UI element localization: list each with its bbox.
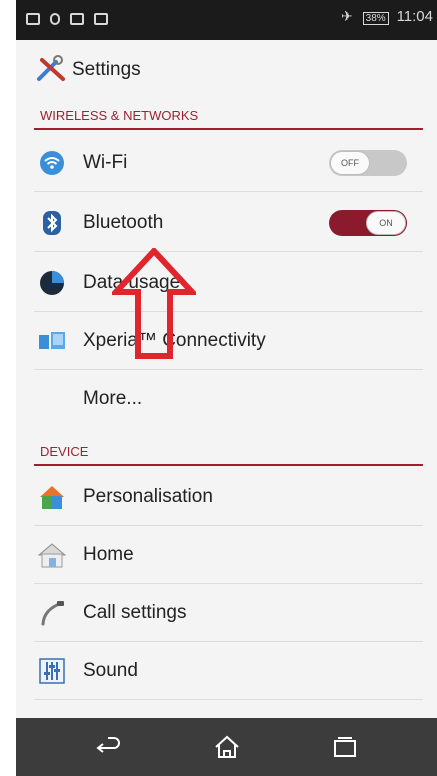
battery-level: 38% bbox=[362, 12, 389, 25]
bluetooth-icon bbox=[43, 211, 61, 235]
home-icon bbox=[38, 543, 66, 568]
usb-icon bbox=[49, 13, 60, 26]
settings-item-sound[interactable]: Sound bbox=[16, 642, 437, 700]
image-icon bbox=[69, 13, 84, 26]
section-header-device: DEVICE bbox=[16, 436, 437, 466]
data-usage-icon bbox=[40, 271, 64, 295]
settings-item-xperia-connectivity[interactable]: Xperia™ Connectivity bbox=[16, 312, 437, 370]
item-label: Personalisation bbox=[83, 486, 213, 507]
settings-screen: ✈ 38% 11:04 Settings WIRELESS & NETWORKS… bbox=[16, 0, 437, 776]
item-label: Sound bbox=[83, 660, 138, 681]
clock: 11:04 bbox=[396, 8, 433, 25]
page-title: Settings bbox=[72, 59, 141, 80]
annotation-arrow-icon bbox=[112, 248, 196, 359]
item-label: Bluetooth bbox=[83, 212, 164, 233]
back-icon[interactable] bbox=[94, 732, 124, 762]
settings-tools-icon[interactable] bbox=[36, 54, 66, 82]
item-label: Call settings bbox=[83, 602, 187, 623]
settings-item-wifi[interactable]: Wi-Fi OFF bbox=[16, 134, 437, 192]
settings-item-home[interactable]: Home bbox=[16, 526, 437, 584]
wifi-toggle[interactable]: OFF bbox=[329, 150, 407, 176]
wifi-icon bbox=[40, 151, 64, 175]
settings-item-more[interactable]: More... bbox=[16, 370, 437, 428]
recent-apps-icon[interactable] bbox=[330, 732, 360, 762]
personalisation-icon bbox=[40, 486, 64, 509]
action-bar: Settings bbox=[16, 40, 437, 97]
toggle-state: OFF bbox=[330, 151, 370, 175]
section-divider bbox=[34, 464, 423, 466]
bluetooth-toggle[interactable]: ON bbox=[329, 210, 407, 236]
airplane-icon: ✈ bbox=[341, 8, 353, 24]
section-divider bbox=[34, 128, 423, 130]
settings-item-call-settings[interactable]: Call settings bbox=[16, 584, 437, 642]
section-label: DEVICE bbox=[40, 444, 89, 459]
screenshot-icon bbox=[93, 13, 108, 26]
call-icon bbox=[41, 601, 64, 626]
settings-item-bluetooth[interactable]: Bluetooth ON bbox=[16, 194, 437, 252]
xperia-connectivity-icon bbox=[39, 332, 65, 349]
item-label: Home bbox=[83, 544, 134, 565]
section-label: WIRELESS & NETWORKS bbox=[40, 108, 199, 123]
sound-icon bbox=[39, 658, 65, 684]
home-icon[interactable] bbox=[212, 732, 242, 762]
status-system-icons: ✈ 38% 11:04 bbox=[341, 8, 433, 25]
section-header-wireless: WIRELESS & NETWORKS bbox=[16, 100, 437, 130]
notification-icon bbox=[26, 13, 40, 26]
status-bar: ✈ 38% 11:04 bbox=[16, 0, 437, 40]
toggle-state: ON bbox=[366, 211, 406, 235]
status-notification-icons bbox=[26, 10, 114, 26]
settings-item-personalisation[interactable]: Personalisation bbox=[16, 468, 437, 526]
item-label: Wi-Fi bbox=[83, 152, 128, 173]
navigation-bar bbox=[16, 718, 437, 776]
item-label: More... bbox=[83, 388, 143, 409]
settings-item-data-usage[interactable]: Data usage bbox=[16, 254, 437, 312]
